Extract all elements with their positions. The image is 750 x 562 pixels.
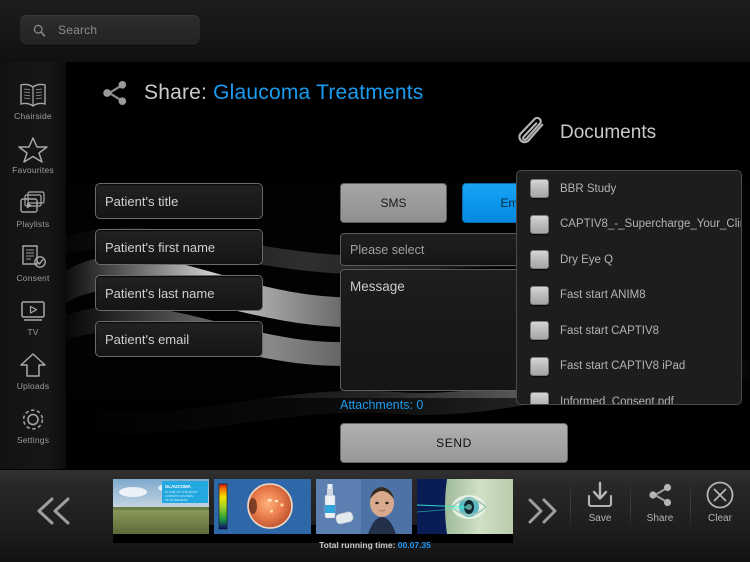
thumbnail-laser-treatment[interactable] — [416, 479, 513, 534]
sidebar-item-settings[interactable]: Settings — [0, 398, 66, 452]
document-label: Informed_Consent.pdf — [560, 395, 674, 405]
save-button[interactable]: Save — [570, 478, 630, 534]
document-checkbox[interactable] — [530, 285, 549, 305]
save-label: Save — [588, 513, 612, 524]
sidebar-item-favourites[interactable]: Favourites — [0, 128, 66, 182]
document-row[interactable]: Fast start ANIM8 — [517, 278, 741, 314]
share-subject: Glaucoma Treatments — [213, 81, 424, 104]
share-button[interactable]: Share — [630, 478, 690, 534]
documents-title: Documents — [560, 122, 657, 143]
sidebar: Chairside Favourites Playlists Consent TV Upl… — [0, 62, 66, 469]
sms-mode-button[interactable]: SMS — [340, 183, 447, 223]
sidebar-item-label: Playlists — [16, 218, 50, 229]
search-placeholder: Search — [58, 23, 98, 37]
document-row[interactable]: BBR Study — [517, 171, 741, 207]
book-icon — [18, 82, 48, 109]
document-row[interactable]: Dry Eye Q — [517, 242, 741, 278]
document-label: Fast start ANIM8 — [560, 289, 646, 302]
playlist-icon — [18, 190, 48, 217]
thumbnail-eye-drops[interactable] — [315, 479, 412, 534]
document-label: Fast start CAPTIV8 iPad — [560, 360, 686, 373]
runtime-value: 00.07.35 — [397, 540, 431, 550]
document-label: Fast start CAPTIV8 — [560, 324, 660, 337]
document-label: BBR Study — [560, 182, 617, 195]
share-panel: Share: Glaucoma Treatments Patient's tit… — [66, 62, 750, 469]
sidebar-item-label: Consent — [16, 272, 50, 283]
document-checkbox[interactable] — [530, 356, 549, 376]
sidebar-item-playlists[interactable]: Playlists — [0, 182, 66, 236]
double-chevron-right-icon[interactable] — [522, 496, 562, 526]
patient-title-input-placeholder: Patient's title — [105, 193, 179, 209]
gear-icon — [18, 406, 48, 433]
send-button[interactable]: SEND — [340, 423, 568, 463]
page-title: Share: Glaucoma Treatments — [144, 81, 424, 105]
document-checkbox[interactable] — [530, 250, 549, 270]
clear-button[interactable]: Clear — [690, 478, 750, 534]
share-nodes-icon — [649, 483, 672, 507]
clear-label: Clear — [708, 513, 732, 524]
sidebar-item-tv[interactable]: TV — [0, 290, 66, 344]
document-checkbox[interactable] — [530, 321, 549, 341]
paperclip-icon — [518, 116, 544, 144]
sidebar-item-consent[interactable]: Consent — [0, 236, 66, 290]
documents-list[interactable]: BBR Study CAPTIV8_-_Supercharge_Your_Clin… — [516, 170, 742, 405]
document-label: CAPTIV8_-_Supercharge_Your_Clini — [560, 218, 741, 231]
document-checkbox[interactable] — [530, 392, 549, 404]
document-row[interactable]: Fast start CAPTIV8 iPad — [517, 349, 741, 385]
search-icon — [33, 24, 46, 37]
runtime-label: Total running time: — [319, 540, 398, 550]
tv-icon — [18, 298, 48, 325]
patient-first-name-input[interactable]: Patient's first name — [95, 229, 263, 265]
send-label: SEND — [436, 436, 472, 450]
patient-email-input[interactable]: Patient's email — [95, 321, 263, 357]
sidebar-item-label: Chairside — [14, 110, 52, 121]
share-action-label: Share — [646, 513, 674, 524]
patient-first-name-input-placeholder: Patient's first name — [105, 239, 216, 255]
documents-header: Documents — [514, 116, 656, 150]
document-label: Dry Eye Q — [560, 253, 614, 266]
download-tray-icon — [587, 481, 613, 508]
top-bar: Search — [0, 0, 750, 63]
sidebar-item-label: TV — [27, 326, 39, 337]
template-select-value: Please select — [350, 242, 425, 257]
sidebar-item-label: Uploads — [16, 380, 50, 391]
app-root: Search Chairside Favourites Playlists Conse… — [0, 0, 750, 562]
document-row[interactable]: CAPTIV8_-_Supercharge_Your_Clini — [517, 207, 741, 243]
document-checkbox[interactable] — [530, 214, 549, 234]
patient-email-input-placeholder: Patient's email — [105, 331, 190, 347]
sidebar-item-label: Favourites — [12, 164, 54, 175]
document-row[interactable]: Informed_Consent.pdf — [517, 384, 741, 405]
thumbnail-retina-scan[interactable] — [214, 479, 311, 534]
double-chevron-left-icon[interactable] — [32, 494, 76, 528]
svg-text:GLAUCOMA: GLAUCOMA — [165, 484, 192, 489]
sidebar-item-chairside[interactable]: Chairside — [0, 74, 66, 128]
sidebar-item-uploads[interactable]: Uploads — [0, 344, 66, 398]
svg-text:OF BLINDNESS: OF BLINDNESS — [165, 498, 188, 502]
patient-last-name-input[interactable]: Patient's last name — [95, 275, 263, 311]
sms-label: SMS — [380, 196, 407, 210]
thumbnail-glaucoma-intro[interactable]: GLAUCOMA IS ONE OF THE MOST COMMON CAUSE… — [113, 479, 210, 534]
attachments-count: Attachments: 0 — [340, 398, 424, 412]
total-running-time: Total running time: 00.07.35 — [0, 540, 750, 550]
search-input[interactable]: Search — [20, 15, 200, 45]
close-circle-icon — [706, 481, 734, 509]
sidebar-item-label: Settings — [16, 434, 50, 445]
consent-document-icon — [18, 244, 48, 271]
patient-last-name-input-placeholder: Patient's last name — [105, 285, 215, 301]
share-header: Share: Glaucoma Treatments — [98, 76, 424, 110]
document-row[interactable]: Fast start CAPTIV8 — [517, 313, 741, 349]
filmstrip: GLAUCOMA IS ONE OF THE MOST COMMON CAUSE… — [113, 479, 513, 534]
share-label: Share: — [144, 81, 214, 104]
star-icon — [18, 136, 48, 163]
upload-arrow-icon — [18, 352, 48, 379]
document-checkbox[interactable] — [530, 179, 549, 199]
patient-title-input[interactable]: Patient's title — [95, 183, 263, 219]
share-nodes-icon — [103, 80, 127, 106]
